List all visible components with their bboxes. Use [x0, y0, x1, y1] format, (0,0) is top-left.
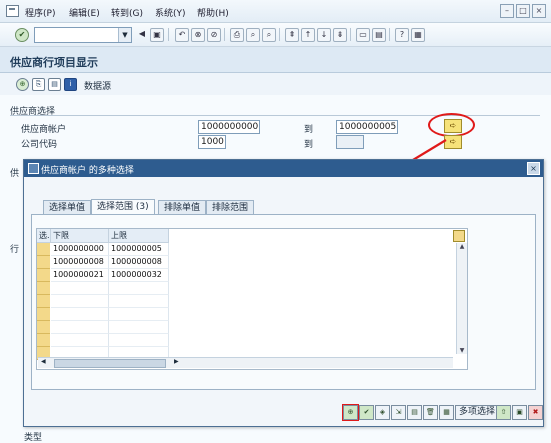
row-selector[interactable]: [37, 269, 50, 282]
horizontal-scrollbar[interactable]: ◀ ▶: [38, 357, 453, 368]
row-selector[interactable]: [37, 256, 50, 269]
table-cell-lower[interactable]: [51, 282, 109, 295]
dialog-close-icon[interactable]: ×: [527, 162, 540, 175]
upload-icon[interactable]: ⇧: [496, 405, 511, 420]
tab-select-ranges[interactable]: 选择范围 (3): [91, 199, 155, 215]
column-header-upper[interactable]: 上限: [109, 229, 169, 243]
table-cell-lower[interactable]: 1000000008: [51, 256, 109, 269]
table-cell-upper[interactable]: 1000000008: [109, 256, 169, 269]
import-icon[interactable]: ⇲: [391, 405, 406, 420]
table-cell-lower[interactable]: [51, 295, 109, 308]
table-cell-lower[interactable]: [51, 308, 109, 321]
copy-icon[interactable]: ▣: [512, 405, 527, 420]
tab-select-single-values[interactable]: 选择单值: [43, 200, 92, 215]
table-cell-lower[interactable]: 1000000021: [51, 269, 109, 282]
cancel-icon[interactable]: ✖: [528, 405, 543, 420]
row-selector[interactable]: [37, 308, 50, 321]
scroll-right-icon[interactable]: ▶: [174, 358, 179, 365]
check-entries-icon[interactable]: ✔: [359, 405, 374, 420]
scroll-down-icon[interactable]: ▼: [457, 347, 467, 354]
table-cell-upper[interactable]: [109, 321, 169, 334]
scroll-up-icon[interactable]: ▲: [457, 243, 467, 250]
row-selector[interactable]: [37, 321, 50, 334]
scrollbar-thumb[interactable]: [54, 359, 166, 368]
delete-all-icon[interactable]: ▦: [439, 405, 454, 420]
tab-panel: 选. 下限 上限 1000000000 1000000005 100000000…: [31, 214, 536, 390]
highlight-square: [342, 404, 359, 421]
vertical-scrollbar[interactable]: ▲ ▼: [456, 243, 467, 354]
row-selector[interactable]: [37, 295, 50, 308]
clipboard-icon[interactable]: ▤: [407, 405, 422, 420]
column-header-lower[interactable]: 下限: [51, 229, 109, 243]
ranges-table: 选. 下限 上限 1000000000 1000000005 100000000…: [36, 228, 468, 370]
table-cell-upper[interactable]: 1000000032: [109, 269, 169, 282]
options-icon[interactable]: ◈: [375, 405, 390, 420]
table-cell-lower[interactable]: 1000000000: [51, 243, 109, 256]
row-selector[interactable]: [37, 243, 50, 256]
multi-select-button[interactable]: 多项选择: [455, 405, 500, 420]
dialog-button-bar: ⊕ ✔ ◈ ⇲ ▤ 🗑 ▦ 多项选择 ⇧ ▣ ✖: [342, 404, 543, 421]
table-cell-lower[interactable]: [51, 334, 109, 347]
table-cell-upper[interactable]: [109, 334, 169, 347]
column-header-select[interactable]: 选.: [37, 229, 51, 243]
table-cell-lower[interactable]: [51, 321, 109, 334]
multiple-selection-dialog: 供应商帐户 的多种选择 × 选择单值 选择范围 (3) 排除单值 排除范围 选.…: [23, 159, 544, 427]
dialog-title: 供应商帐户 的多种选择: [41, 166, 134, 176]
delete-icon[interactable]: 🗑: [423, 405, 438, 420]
table-cell-upper[interactable]: [109, 295, 169, 308]
table-cell-upper[interactable]: 1000000005: [109, 243, 169, 256]
dialog-icon: [28, 163, 39, 174]
table-settings-icon[interactable]: [453, 230, 465, 242]
table-cell-upper[interactable]: [109, 308, 169, 321]
dialog-title-bar: 供应商帐户 的多种选择 ×: [24, 160, 543, 177]
row-selector[interactable]: [37, 334, 50, 347]
table-cell-upper[interactable]: [109, 282, 169, 295]
scroll-left-icon[interactable]: ◀: [41, 358, 46, 365]
row-selector[interactable]: [37, 282, 50, 295]
tab-exclude-single-values[interactable]: 排除单值: [158, 200, 207, 215]
tab-exclude-ranges[interactable]: 排除范围: [206, 200, 255, 215]
